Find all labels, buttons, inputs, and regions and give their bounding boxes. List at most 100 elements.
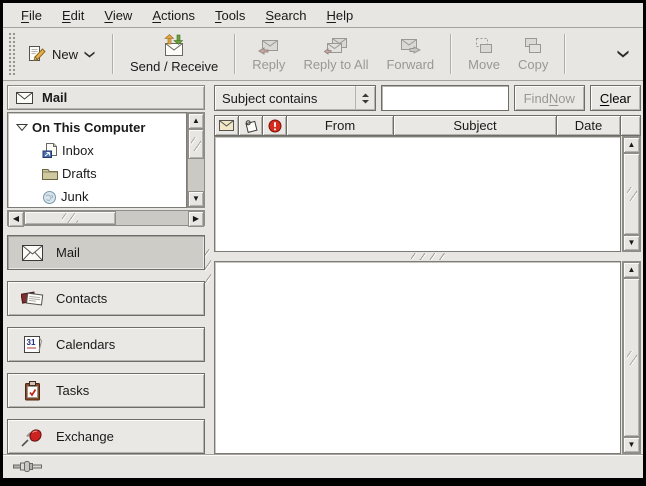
column-flag[interactable] (238, 115, 263, 136)
reply-to-all-button[interactable]: Reply to All (294, 30, 377, 78)
tree-row-inbox[interactable]: Inbox (8, 139, 186, 162)
switcher-contacts-button[interactable]: Contacts (7, 281, 205, 316)
menu-edit[interactable]: Edit (52, 5, 94, 26)
toolbar: New Send / Receive (3, 28, 643, 81)
scroll-down-arrow-icon[interactable]: ▼ (188, 191, 204, 207)
scrollbar-track[interactable] (116, 211, 188, 225)
evolution-main-window: File Edit View Actions Tools Search Help… (0, 0, 646, 486)
main-area: Mail On This Computer (3, 81, 643, 454)
folder-icon (42, 167, 58, 180)
menubar: File Edit View Actions Tools Search Help (3, 3, 643, 28)
tree-row-junk[interactable]: Junk (8, 185, 186, 208)
copy-icon (523, 37, 543, 55)
toolbar-separator (450, 34, 452, 74)
calendar-icon: 31 (20, 335, 44, 354)
toolbar-grip[interactable] (8, 32, 15, 76)
toolbar-separator (112, 34, 114, 74)
header-corner (620, 115, 641, 136)
menu-file[interactable]: File (11, 5, 52, 26)
scrollbar-thumb[interactable] (623, 278, 640, 437)
message-status-icon (219, 120, 234, 131)
mail-view: Subject contains Find Now Clear (211, 81, 643, 454)
contacts-icon (20, 289, 44, 308)
send-receive-icon (161, 34, 187, 57)
exchange-icon (20, 427, 44, 447)
reply-icon (258, 37, 280, 55)
folder-pane: Mail On This Computer (3, 81, 205, 454)
menu-actions[interactable]: Actions (142, 5, 205, 26)
switcher-tasks-button[interactable]: Tasks (7, 373, 205, 408)
folder-tree-vertical-scrollbar[interactable]: ▲ ▼ (187, 112, 205, 208)
pane-splitter-horizontal[interactable] (214, 252, 641, 261)
toolbar-overflow-button[interactable] (609, 46, 637, 62)
folder-tree-horizontal-scrollbar[interactable]: ◀ ▶ (7, 210, 205, 226)
scrollbar-thumb[interactable] (188, 129, 204, 159)
copy-button[interactable]: Copy (509, 30, 557, 78)
clear-button[interactable]: Clear (590, 85, 641, 111)
reply-all-icon (324, 37, 348, 55)
column-importance[interactable] (262, 115, 287, 136)
switcher-mail-button[interactable]: Mail (7, 235, 205, 270)
column-date[interactable]: Date (556, 115, 621, 136)
mail-icon (20, 245, 44, 261)
scroll-up-arrow-icon[interactable]: ▲ (623, 137, 640, 153)
menu-view[interactable]: View (94, 5, 142, 26)
menu-search[interactable]: Search (255, 5, 316, 26)
scroll-up-arrow-icon[interactable]: ▲ (623, 262, 640, 278)
svg-text:31: 31 (26, 338, 35, 347)
tree-row-drafts[interactable]: Drafts (8, 162, 186, 185)
flag-icon (244, 119, 258, 133)
folder-pane-header[interactable]: Mail (7, 85, 205, 110)
find-now-button[interactable]: Find Now (514, 85, 585, 111)
importance-icon (268, 119, 282, 133)
toolbar-separator (234, 34, 236, 74)
scroll-right-arrow-icon[interactable]: ▶ (188, 211, 204, 227)
switcher-exchange-button[interactable]: Exchange (7, 419, 205, 454)
preview-pane-wrap: ▲ ▼ (214, 261, 641, 454)
expander-icon[interactable] (16, 123, 28, 132)
column-subject[interactable]: Subject (393, 115, 557, 136)
scroll-down-arrow-icon[interactable]: ▼ (623, 235, 640, 251)
new-dropdown-chevron-icon (84, 51, 95, 58)
preview-pane-scrollbar[interactable]: ▲ ▼ (622, 261, 641, 454)
scroll-down-arrow-icon[interactable]: ▼ (623, 437, 640, 453)
search-input[interactable] (381, 85, 509, 111)
combo-arrows-icon (355, 86, 375, 110)
send-receive-button[interactable]: Send / Receive (121, 30, 227, 78)
tree-row-on-this-computer[interactable]: On This Computer (8, 116, 186, 139)
toolbar-separator (564, 34, 566, 74)
scrollbar-thumb[interactable] (623, 153, 640, 235)
menu-tools[interactable]: Tools (205, 5, 255, 26)
preview-pane[interactable] (214, 261, 621, 454)
new-button[interactable]: New (18, 30, 105, 78)
menu-help[interactable]: Help (317, 5, 364, 26)
search-bar: Subject contains Find Now Clear (214, 84, 641, 112)
move-icon (474, 37, 494, 55)
folder-tree: On This Computer Inbox (7, 112, 187, 208)
message-list[interactable] (214, 136, 621, 252)
column-message-status[interactable] (214, 115, 239, 136)
forward-button[interactable]: Forward (377, 30, 443, 78)
statusbar (3, 454, 643, 478)
scrollbar-track[interactable] (188, 159, 204, 191)
tasks-icon (20, 381, 44, 401)
online-status-icon[interactable] (13, 460, 43, 473)
scrollbar-thumb[interactable] (24, 211, 116, 225)
pane-splitter-vertical[interactable] (205, 81, 211, 454)
mail-header-icon (16, 92, 33, 104)
message-list-scrollbar[interactable]: ▲ ▼ (622, 136, 641, 252)
inbox-icon (42, 143, 58, 158)
splitter-grip[interactable] (205, 249, 211, 285)
chevron-down-icon (617, 50, 629, 58)
splitter-grip[interactable] (411, 253, 445, 260)
scroll-left-arrow-icon[interactable]: ◀ (8, 211, 24, 227)
scroll-up-arrow-icon[interactable]: ▲ (188, 113, 204, 129)
switcher-calendars-button[interactable]: 31 Calendars (7, 327, 205, 362)
search-criteria-dropdown[interactable]: Subject contains (214, 85, 376, 111)
move-button[interactable]: Move (459, 30, 509, 78)
column-from[interactable]: From (286, 115, 394, 136)
reply-button[interactable]: Reply (243, 30, 294, 78)
folder-pane-title: Mail (42, 90, 67, 105)
message-list-wrap: ▲ ▼ (214, 136, 641, 252)
new-message-icon (28, 45, 46, 63)
